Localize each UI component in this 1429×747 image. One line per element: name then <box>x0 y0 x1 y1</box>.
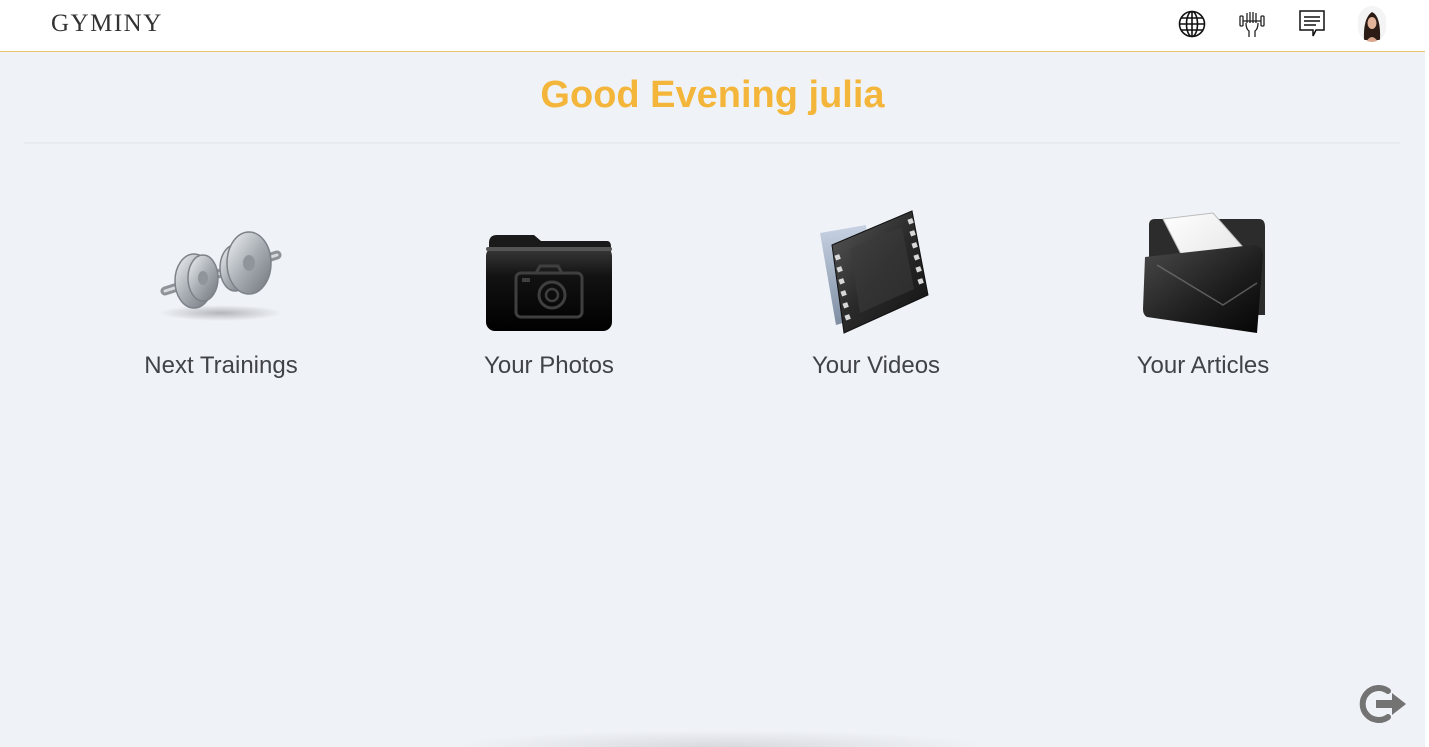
message-icon[interactable] <box>1297 6 1327 42</box>
tile-label: Next Trainings <box>144 352 298 379</box>
tile-label: Your Articles <box>1136 352 1270 379</box>
section-divider <box>24 142 1400 144</box>
tile-label: Your Photos <box>484 352 614 379</box>
user-avatar[interactable] <box>1358 6 1386 42</box>
video-folder-icon <box>746 205 1006 340</box>
dumbbell-icon <box>91 205 351 340</box>
globe-icon[interactable] <box>1177 6 1207 42</box>
logout-icon[interactable] <box>1358 683 1408 725</box>
app-logo[interactable]: GYMINY <box>51 10 163 38</box>
bottom-shadow <box>450 730 990 747</box>
tile-your-photos[interactable]: Your Photos <box>419 205 679 385</box>
page-edge <box>1425 0 1429 747</box>
tile-your-videos[interactable]: Your Videos <box>746 205 1006 385</box>
greeting-heading: Good Evening julia <box>540 74 885 116</box>
top-navbar: GYMINY <box>0 0 1425 52</box>
articles-folder-icon <box>1073 205 1333 340</box>
photo-folder-icon <box>419 205 679 340</box>
tile-your-articles[interactable]: Your Articles <box>1073 205 1333 385</box>
hand-grip-icon[interactable] <box>1237 6 1267 42</box>
tile-next-trainings[interactable]: Next Trainings <box>91 205 351 385</box>
tile-label: Your Videos <box>811 352 941 379</box>
